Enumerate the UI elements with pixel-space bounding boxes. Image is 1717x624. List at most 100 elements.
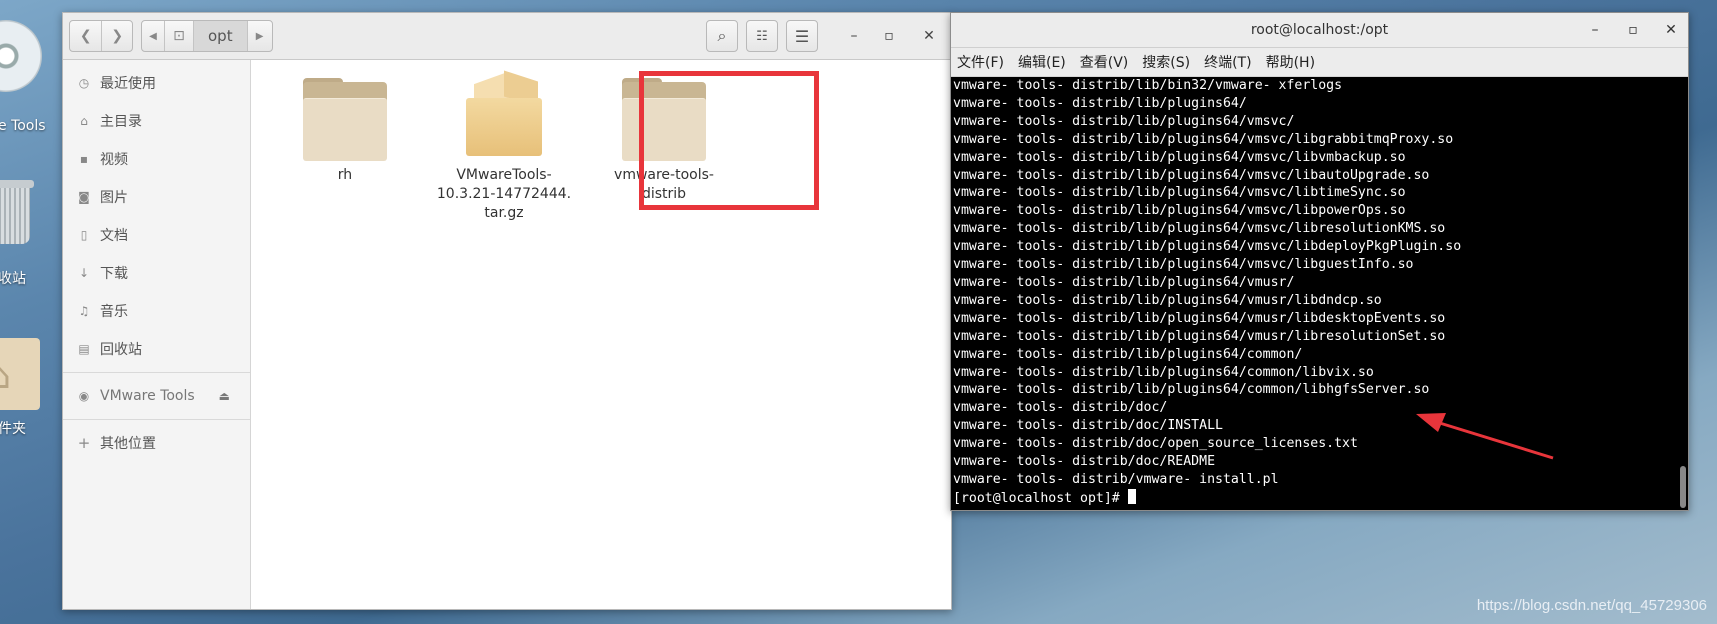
drive-icon: ⊡ bbox=[173, 28, 185, 44]
menu-view[interactable]: 查看(V) bbox=[1080, 52, 1129, 72]
sidebar-item-pictures[interactable]: ◙ 图片 bbox=[63, 178, 250, 216]
plus-icon: + bbox=[77, 434, 91, 452]
sidebar-item-label: 回收站 bbox=[100, 342, 142, 358]
history-nav: ❮ ❯ bbox=[69, 20, 133, 52]
eject-icon[interactable]: ⏏ bbox=[219, 389, 230, 403]
sidebar-divider bbox=[63, 372, 250, 373]
file-item-rh[interactable]: rh bbox=[275, 78, 415, 185]
desktop-tools-label[interactable]: e Tools bbox=[0, 118, 46, 134]
file-manager-window: ❮ ❯ ◀ ⊡ opt ▶ ⌕ ☷ ☰ – ▫ ✕ ◷ 最近使用 ⌂ 主目录 ▪ 视频… bbox=[62, 12, 952, 610]
desktop-trash-label[interactable]: 收站 bbox=[0, 268, 26, 288]
menu-button[interactable]: ☰ bbox=[786, 20, 818, 52]
document-icon: ▯ bbox=[80, 228, 88, 242]
trash-icon[interactable] bbox=[0, 180, 34, 244]
close-icon: ✕ bbox=[1665, 22, 1677, 38]
highlight-box bbox=[639, 71, 819, 210]
scrollbar-thumb[interactable] bbox=[1680, 466, 1686, 508]
close-icon: ✕ bbox=[923, 28, 935, 44]
hamburger-icon: ☰ bbox=[794, 26, 810, 46]
menu-help[interactable]: 帮助(H) bbox=[1266, 52, 1315, 72]
desktop-home-label[interactable]: 件夹 bbox=[0, 418, 26, 438]
terminal-line: vmware- tools- distrib/lib/plugins64/com… bbox=[953, 382, 1430, 398]
close-button[interactable]: ✕ bbox=[918, 25, 940, 47]
terminal-scrollbar[interactable] bbox=[1678, 79, 1686, 508]
search-button[interactable]: ⌕ bbox=[706, 20, 738, 52]
archive-icon bbox=[464, 70, 544, 160]
trash-icon: ▤ bbox=[78, 342, 90, 356]
sidebar-item-label: 下载 bbox=[100, 266, 128, 282]
terminal-cursor bbox=[1127, 488, 1136, 504]
terminal-line: vmware- tools- distrib/lib/plugins64/vmu… bbox=[953, 328, 1446, 344]
menu-search[interactable]: 搜索(S) bbox=[1142, 52, 1190, 72]
minimize-button[interactable]: – bbox=[1580, 13, 1610, 47]
maximize-icon: ▫ bbox=[884, 28, 894, 44]
path-bar: ◀ ⊡ opt ▶ bbox=[141, 20, 273, 52]
video-icon: ▪ bbox=[79, 152, 89, 166]
triangle-right-icon: ▶ bbox=[255, 30, 264, 42]
sidebar-item-recent[interactable]: ◷ 最近使用 bbox=[63, 64, 250, 102]
terminal-title: root@localhost:/opt bbox=[1250, 22, 1389, 38]
sidebar-item-vmware-tools[interactable]: ◉ VMware Tools ⏏ bbox=[63, 377, 250, 415]
forward-button[interactable]: ❯ bbox=[102, 21, 132, 51]
terminal-line: vmware- tools- distrib/lib/plugins64/vmu… bbox=[953, 310, 1446, 326]
sidebar-item-other-locations[interactable]: + 其他位置 bbox=[63, 424, 250, 462]
file-view: rh VMwareTools- 10.3.21-14772444. tar.gz… bbox=[251, 60, 951, 609]
minimize-icon: – bbox=[1591, 22, 1599, 38]
terminal-line: vmware- tools- distrib/doc/INSTALL bbox=[953, 418, 1223, 434]
watermark: https://blog.csdn.net/qq_45729306 bbox=[1476, 597, 1707, 614]
camera-icon: ◙ bbox=[78, 190, 90, 204]
terminal-output[interactable]: vmware- tools- distrib/lib/bin32/vmware-… bbox=[953, 77, 1674, 510]
sidebar-item-downloads[interactable]: ↓ 下载 bbox=[63, 254, 250, 292]
sidebar-item-trash[interactable]: ▤ 回收站 bbox=[63, 330, 250, 368]
path-left-button[interactable]: ◀ bbox=[142, 21, 165, 51]
view-toggle-button[interactable]: ☷ bbox=[746, 20, 778, 52]
file-name: VMwareTools- 10.3.21-14772444. tar.gz bbox=[436, 167, 572, 221]
terminal-line: vmware- tools- distrib/lib/plugins64/vms… bbox=[953, 167, 1430, 183]
sidebar-item-videos[interactable]: ▪ 视频 bbox=[63, 140, 250, 178]
back-button[interactable]: ❮ bbox=[70, 21, 103, 51]
sidebar-item-home[interactable]: ⌂ 主目录 bbox=[63, 102, 250, 140]
sidebar-item-documents[interactable]: ▯ 文档 bbox=[63, 216, 250, 254]
terminal-window: root@localhost:/opt – ▫ ✕ 文件(F) 编辑(E) 查看… bbox=[950, 12, 1689, 511]
sidebar: ◷ 最近使用 ⌂ 主目录 ▪ 视频 ◙ 图片 ▯ 文档 ↓ 下载 ♫ 音乐 ▤ 回收站 ◉ VMw… bbox=[63, 60, 251, 609]
sidebar-item-label: 视频 bbox=[100, 152, 128, 168]
home-folder-icon[interactable] bbox=[0, 338, 40, 410]
terminal-line: vmware- tools- distrib/lib/plugins64/vms… bbox=[953, 221, 1446, 237]
menu-edit[interactable]: 编辑(E) bbox=[1018, 52, 1066, 72]
menu-file[interactable]: 文件(F) bbox=[957, 52, 1004, 72]
terminal-line: vmware- tools- distrib/lib/plugins64/vms… bbox=[953, 131, 1454, 147]
terminal-line: vmware- tools- distrib/doc/README bbox=[953, 454, 1216, 470]
maximize-icon: ▫ bbox=[1628, 22, 1638, 38]
terminal-line: vmware- tools- distrib/lib/plugins64/vms… bbox=[953, 239, 1462, 255]
terminal-titlebar: root@localhost:/opt – ▫ ✕ bbox=[951, 13, 1688, 48]
disc-icon: ◉ bbox=[78, 389, 90, 403]
home-icon: ⌂ bbox=[80, 114, 88, 128]
path-segment-opt[interactable]: opt bbox=[194, 21, 248, 51]
terminal-line: vmware- tools- distrib/vmware- install.p… bbox=[953, 471, 1279, 487]
file-item-vmwaretools-archive[interactable]: VMwareTools- 10.3.21-14772444. tar.gz bbox=[434, 70, 574, 223]
minimize-icon: – bbox=[850, 28, 858, 44]
terminal-line: vmware- tools- distrib/lib/bin32/vmware-… bbox=[953, 78, 1343, 93]
path-root-button[interactable]: ⊡ bbox=[165, 21, 194, 51]
terminal-line: vmware- tools- distrib/lib/plugins64/com… bbox=[953, 364, 1374, 380]
menu-terminal[interactable]: 终端(T) bbox=[1204, 52, 1251, 72]
folder-icon bbox=[303, 78, 387, 161]
search-icon: ⌕ bbox=[717, 26, 727, 45]
terminal-prompt[interactable]: [root@localhost opt]# bbox=[953, 488, 1674, 508]
terminal-line: vmware- tools- distrib/lib/plugins64/vms… bbox=[953, 185, 1406, 201]
close-button[interactable]: ✕ bbox=[1656, 13, 1686, 47]
sidebar-item-label: 主目录 bbox=[100, 114, 142, 130]
download-icon: ↓ bbox=[78, 266, 90, 280]
terminal-line: vmware- tools- distrib/doc/open_source_l… bbox=[953, 436, 1358, 452]
sidebar-item-label: 最近使用 bbox=[100, 76, 156, 92]
maximize-button[interactable]: ▫ bbox=[878, 25, 900, 47]
disc-icon[interactable] bbox=[0, 20, 42, 92]
terminal-line: vmware- tools- distrib/lib/plugins64/vms… bbox=[953, 149, 1406, 165]
file-manager-header: ❮ ❯ ◀ ⊡ opt ▶ ⌕ ☷ ☰ – ▫ ✕ bbox=[63, 13, 951, 60]
sidebar-item-music[interactable]: ♫ 音乐 bbox=[63, 292, 250, 330]
maximize-button[interactable]: ▫ bbox=[1618, 13, 1648, 47]
path-right-button[interactable]: ▶ bbox=[248, 21, 272, 51]
terminal-line: vmware- tools- distrib/doc/ bbox=[953, 400, 1168, 416]
sidebar-item-label: 图片 bbox=[100, 190, 128, 206]
minimize-button[interactable]: – bbox=[843, 25, 865, 47]
